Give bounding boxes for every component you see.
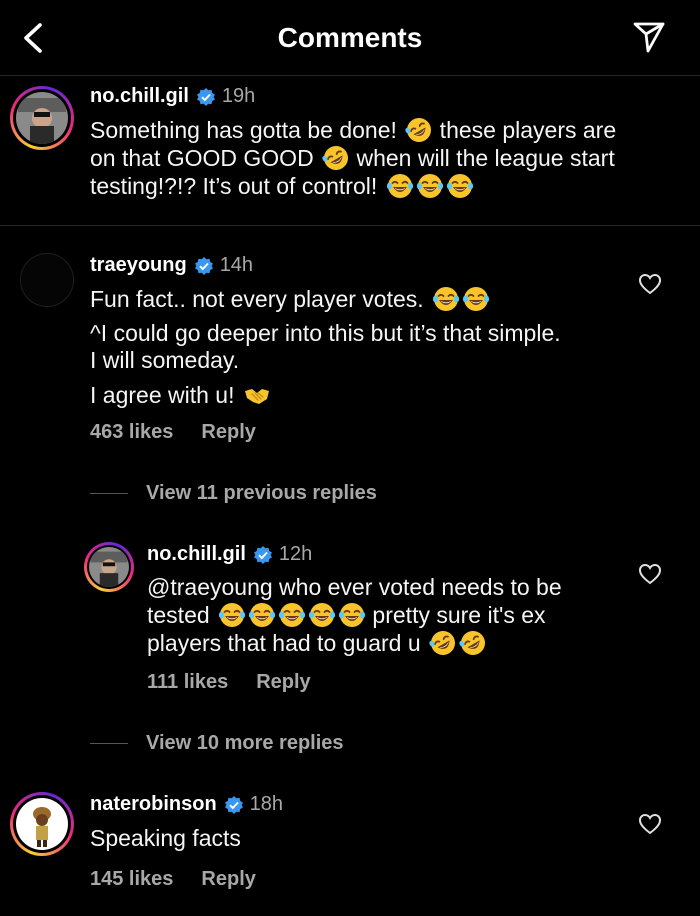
like-count[interactable]: 145 likes — [90, 868, 173, 891]
like-heart-icon[interactable] — [638, 273, 662, 295]
verified-badge-icon — [194, 256, 213, 275]
verified-badge-icon — [196, 87, 215, 106]
comment-time: 14h — [219, 254, 254, 276]
tears-of-joy-emoji-icon — [446, 172, 474, 200]
verified-badge-icon — [253, 545, 272, 564]
like-count[interactable]: 463 likes — [90, 421, 173, 444]
avatar-no-chill-gil[interactable] — [84, 542, 134, 592]
reply-time: 12h — [278, 543, 313, 565]
tears-of-joy-emoji-icon — [462, 285, 490, 313]
rolling-laughing-emoji-icon — [405, 116, 433, 144]
reply-button[interactable]: Reply — [201, 868, 255, 891]
caption-time: 19h — [221, 85, 256, 107]
send-direct-icon[interactable] — [632, 20, 666, 54]
tears-of-joy-emoji-icon — [386, 172, 414, 200]
comment-text: Speaking facts — [90, 825, 241, 851]
profile-photo — [89, 547, 129, 587]
caption-text: Something has gotta be done! these playe… — [90, 116, 680, 200]
post-caption: no.chill.gil 19h Something has gotta be … — [0, 76, 700, 226]
comment-username[interactable]: naterobinson — [90, 793, 217, 816]
avatar-no-chill-gil[interactable] — [10, 86, 74, 150]
divider-line — [90, 493, 128, 494]
comment-text: Fun fact.. not every player votes. ^I co… — [90, 285, 561, 409]
profile-photo — [16, 92, 68, 144]
avatar-traeyoung[interactable] — [20, 253, 74, 307]
comment-time: 18h — [249, 793, 284, 815]
caption-username[interactable]: no.chill.gil — [90, 85, 189, 108]
profile-photo — [16, 798, 68, 850]
rolling-laughing-emoji-icon — [459, 629, 487, 657]
comment-username[interactable]: traeyoung — [90, 254, 187, 277]
reply-button[interactable]: Reply — [256, 671, 310, 694]
reply-username[interactable]: no.chill.gil — [147, 543, 246, 566]
like-count[interactable]: 111 likes — [147, 671, 228, 694]
tears-of-joy-emoji-icon — [218, 601, 246, 629]
view-more-replies-button[interactable]: View 10 more replies — [90, 732, 344, 755]
reply-text: @traeyoung who ever voted needs to be te… — [147, 574, 627, 657]
tears-of-joy-emoji-icon — [338, 601, 366, 629]
like-heart-icon[interactable] — [638, 813, 662, 835]
page-title: Comments — [277, 22, 423, 53]
tears-of-joy-emoji-icon — [248, 601, 276, 629]
verified-badge-icon — [224, 795, 243, 814]
top-bar: Comments — [0, 0, 700, 76]
tears-of-joy-emoji-icon — [278, 601, 306, 629]
handshake-emoji-icon — [243, 381, 271, 409]
rolling-laughing-emoji-icon — [429, 629, 457, 657]
rolling-laughing-emoji-icon — [322, 144, 350, 172]
tears-of-joy-emoji-icon — [308, 601, 336, 629]
tears-of-joy-emoji-icon — [416, 172, 444, 200]
avatar-naterobinson[interactable] — [10, 792, 74, 856]
view-previous-replies-button[interactable]: View 11 previous replies — [90, 482, 377, 505]
divider-line — [90, 743, 128, 744]
tears-of-joy-emoji-icon — [432, 285, 460, 313]
reply-button[interactable]: Reply — [201, 421, 255, 444]
like-heart-icon[interactable] — [638, 563, 662, 585]
